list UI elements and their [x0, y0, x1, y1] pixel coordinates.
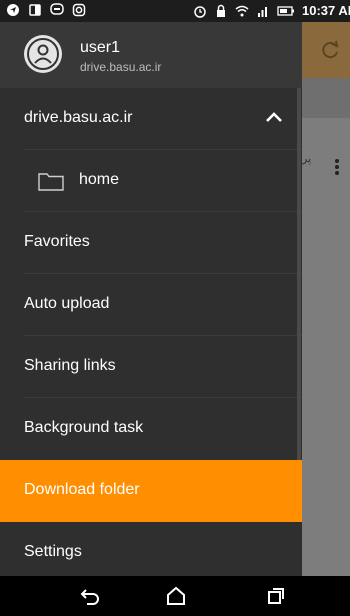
user-avatar-icon [27, 38, 59, 70]
lock-icon [217, 4, 225, 17]
battery-icon [277, 5, 294, 16]
sidebar-item-label: home [79, 171, 120, 188]
drawer-scrollbar[interactable] [297, 88, 301, 460]
sidebar-item-label: Settings [24, 543, 82, 560]
system-nav-bar [0, 576, 350, 616]
more-options-icon[interactable] [334, 158, 340, 176]
file-item-partial-text: پر [302, 153, 312, 165]
account-selector[interactable]: drive.basu.ac.ir [0, 88, 302, 150]
user-name: user1 [80, 39, 121, 56]
sidebar-item-favorites[interactable]: Favorites [0, 212, 302, 274]
refresh-icon[interactable] [318, 38, 342, 62]
sidebar-item-sharing-links[interactable]: Sharing links [0, 336, 302, 398]
sidebar-item-background-task[interactable]: Background task [0, 398, 302, 460]
status-time: 10:37 AM [302, 3, 350, 18]
sidebar-item-label: Sharing links [24, 357, 116, 374]
back-icon[interactable] [78, 584, 102, 608]
sidebar-item-label: Background task [24, 419, 144, 436]
wifi-icon [235, 5, 249, 16]
chevron-up-icon[interactable] [264, 110, 284, 124]
signal-icon [258, 6, 267, 17]
recent-apps-icon[interactable] [264, 584, 288, 608]
home-icon[interactable] [164, 584, 188, 608]
sidebar-item-auto-upload[interactable]: Auto upload [0, 274, 302, 336]
sidebar-item-label: Download folder [24, 481, 140, 498]
alarm-icon [194, 5, 206, 18]
instagram-icon [72, 3, 86, 17]
status-bar: 10:37 AM [0, 0, 350, 22]
avatar[interactable] [24, 35, 62, 73]
location-icon [7, 4, 19, 16]
sidebar-item-settings[interactable]: Settings [0, 522, 302, 584]
drawer-header[interactable]: user1 drive.basu.ac.ir [0, 22, 302, 88]
folder-icon [38, 173, 64, 191]
sidebar-item-home[interactable]: home [0, 150, 302, 212]
navigation-drawer: user1 drive.basu.ac.ir drive.basu.ac.ir … [0, 22, 302, 576]
sidebar-item-label: Auto upload [24, 295, 110, 312]
chat-icon [50, 3, 64, 15]
sidebar-item-label: Favorites [24, 233, 90, 250]
user-host: drive.basu.ac.ir [80, 60, 162, 74]
account-label: drive.basu.ac.ir [24, 109, 133, 126]
tablet-icon [29, 4, 41, 16]
sidebar-item-download-folder[interactable]: Download folder [0, 460, 302, 522]
